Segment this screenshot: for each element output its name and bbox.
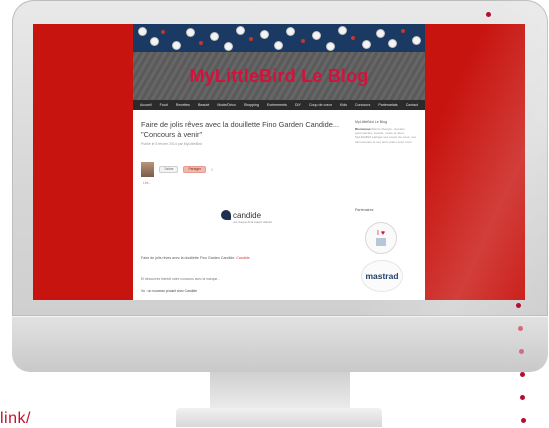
nav-item-recettes[interactable]: Recettes	[172, 103, 194, 107]
decorative-dot	[518, 326, 523, 331]
nav-item-accueil[interactable]: Accueil	[136, 103, 156, 107]
mastrad-logo-text: mastrad	[365, 271, 399, 281]
share-count: 0	[211, 167, 213, 172]
decorative-dot	[519, 349, 524, 354]
nav-item-contact[interactable]: Contact	[402, 103, 422, 107]
nav-item-mode-deco[interactable]: Mode/Déco	[213, 103, 239, 107]
nav-item-evenements[interactable]: Evénements	[263, 103, 291, 107]
blog-header: MyLittleBird Le Blog	[133, 52, 425, 100]
decorative-dot	[521, 418, 526, 423]
post-meta: Publié le 5 février 2014 par MyLittleBir…	[141, 142, 203, 146]
sidebar-badge[interactable]: I ♥	[365, 222, 397, 254]
post-thumbnail[interactable]	[141, 162, 154, 177]
heart-icon: I ♥	[376, 230, 386, 237]
decorative-dot	[520, 395, 525, 400]
share-row: J'aime Partager 0	[141, 162, 213, 177]
post-body-text: Faire de jolis rêves avec la douillette …	[141, 256, 341, 262]
nav-item-concours[interactable]: Concours	[351, 103, 374, 107]
decorative-dot	[516, 303, 521, 308]
post-content: Faire de jolis rêves avec la douillette …	[141, 120, 341, 146]
sidebar-about-text: Bienvenue ! Entre lifestyle, recettes go…	[355, 127, 417, 144]
monitor-screen: MyLittleBird Le Blog Accueil Food Recett…	[33, 24, 525, 300]
blog-title[interactable]: MyLittleBird Le Blog	[190, 66, 369, 87]
post-body-text-3: Vu : un nouveau produit chez Candide	[141, 289, 197, 293]
read-more-link[interactable]: Lire...	[143, 181, 151, 185]
floral-header-banner	[133, 24, 425, 52]
monitor-stand-base	[176, 408, 382, 427]
sidebar-partners-heading: Partenaires	[355, 208, 374, 212]
mastrad-partner-logo[interactable]: mastrad	[361, 260, 403, 292]
blog-sidebar: MyLittleBird Le Blog Bienvenue ! Entre l…	[355, 120, 417, 292]
post-title[interactable]: Faire de jolis rêves avec la douillette …	[141, 120, 341, 140]
decorative-dot	[486, 12, 491, 17]
decorative-dot	[520, 372, 525, 377]
candide-logo: candide	[221, 210, 261, 220]
nav-item-partenariats[interactable]: Partenariats	[374, 103, 401, 107]
candide-logo-text: candide	[233, 210, 262, 220]
house-icon	[376, 238, 386, 246]
monitor-chin	[12, 316, 548, 372]
nav-item-beaute[interactable]: Beauté	[194, 103, 213, 107]
blog-page: MyLittleBird Le Blog Accueil Food Recett…	[133, 24, 425, 300]
candide-logo-subtitle: une marque de la maison Valentin	[233, 221, 273, 224]
post-body-paragraph: Faire de jolis rêves avec la douillette …	[141, 256, 236, 260]
nav-item-shopping[interactable]: Shopping	[240, 103, 263, 107]
facebook-share-button[interactable]: Partager	[183, 166, 207, 173]
post-body-text-2: Et découvrez bientôt notre concours avec…	[141, 277, 220, 281]
url-text-fragment: link/	[0, 410, 31, 427]
nav-item-coup-de-coeur[interactable]: Coup de cœur	[305, 103, 336, 107]
nav-item-food[interactable]: Food	[156, 103, 172, 107]
post-body-link[interactable]: Candide	[236, 256, 249, 260]
candide-logo-icon	[221, 210, 231, 220]
like-button[interactable]: J'aime	[159, 166, 179, 173]
blog-nav-bar: Accueil Food Recettes Beauté Mode/Déco S…	[133, 100, 425, 110]
nav-item-diy[interactable]: DIY	[291, 103, 305, 107]
nav-item-kids[interactable]: Kids	[336, 103, 351, 107]
monitor-stand-neck	[210, 372, 350, 410]
sidebar-heading: MyLittleBird Le Blog	[355, 120, 387, 124]
